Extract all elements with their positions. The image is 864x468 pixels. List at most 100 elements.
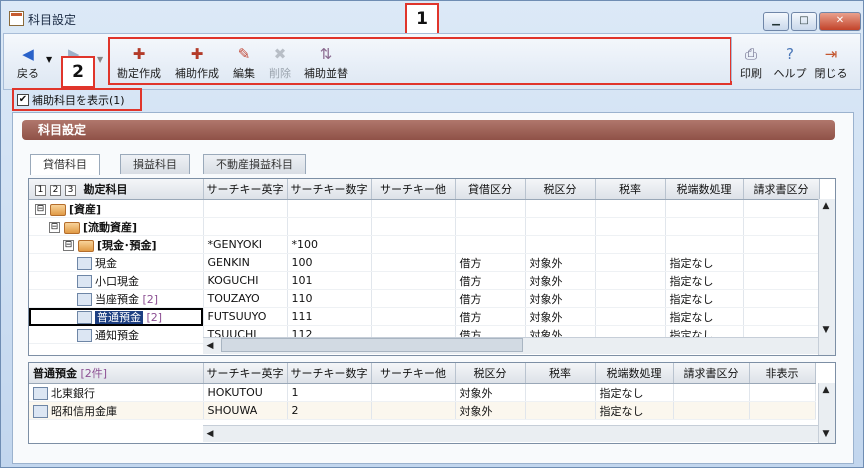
column-header-search-other[interactable]: サーチキー他 <box>371 179 456 200</box>
level-3-button[interactable]: 3 <box>65 184 76 196</box>
sub-table-cell[interactable] <box>371 401 456 420</box>
table-cell[interactable] <box>371 271 456 290</box>
table-cell[interactable] <box>743 199 820 218</box>
sub-header-hidden[interactable]: 非表示 <box>749 363 816 384</box>
sub-header-tax-class[interactable]: 税区分 <box>455 363 526 384</box>
table-cell[interactable]: 対象外 <box>525 307 596 326</box>
table-row[interactable]: ⊟ [現金･預金] *GENYOKI *100 <box>29 235 820 254</box>
column-header-tax-rate[interactable]: 税率 <box>595 179 666 200</box>
sub-scroll-up-icon[interactable]: ▲ <box>819 383 833 397</box>
sub-table-cell[interactable]: 対象外 <box>455 383 526 402</box>
column-header-tax-rounding[interactable]: 税端数処理 <box>665 179 744 200</box>
table-cell[interactable]: 借方 <box>455 289 526 308</box>
edit-button[interactable]: ✎ 編集 <box>229 45 259 81</box>
table-cell[interactable] <box>455 199 526 218</box>
main-vertical-scrollbar[interactable]: ▲ ▼ <box>818 199 835 355</box>
table-cell[interactable] <box>665 217 744 236</box>
sub-account-name-cell[interactable]: 北東銀行 <box>29 383 204 402</box>
sub-account-name-cell[interactable]: 昭和信用金庫 <box>29 401 204 420</box>
table-row[interactable]: 小口現金 KOGUCHI 101 借方 対象外 指定なし <box>29 271 820 290</box>
table-cell[interactable] <box>371 217 456 236</box>
collapse-toggle-icon[interactable]: ⊟ <box>63 240 74 251</box>
table-cell[interactable] <box>743 289 820 308</box>
table-cell[interactable] <box>743 271 820 290</box>
table-cell[interactable]: FUTSUUYO <box>203 307 288 326</box>
table-cell[interactable]: 対象外 <box>525 289 596 308</box>
table-cell[interactable]: 111 <box>287 307 372 326</box>
level-2-button[interactable]: 2 <box>50 184 61 196</box>
sub-table-cell[interactable]: HOKUTOU <box>203 383 288 402</box>
sub-table-cell[interactable] <box>673 383 750 402</box>
sub-table-row[interactable]: 北東銀行 HOKUTOU 1 対象外 指定なし <box>29 383 816 402</box>
sub-header-search-other[interactable]: サーチキー他 <box>371 363 456 384</box>
account-name-cell[interactable]: 通知預金 <box>29 325 204 344</box>
table-cell[interactable] <box>203 199 288 218</box>
table-cell[interactable] <box>371 307 456 326</box>
account-name-cell[interactable]: ⊟ [流動資産] <box>29 217 204 236</box>
table-cell[interactable] <box>203 217 288 236</box>
reorder-button[interactable]: ⇅ 補助並替 <box>299 45 353 81</box>
table-cell[interactable] <box>455 217 526 236</box>
table-row[interactable]: 当座預金 [2] TOUZAYO 110 借方 対象外 指定なし <box>29 289 820 308</box>
table-cell[interactable] <box>595 289 666 308</box>
scroll-up-icon[interactable]: ▲ <box>819 199 833 213</box>
back-button[interactable]: ◀ 戻る <box>13 45 43 81</box>
table-row[interactable]: ⊟ [流動資産] <box>29 217 820 236</box>
print-button[interactable]: ⎙ 印刷 <box>736 45 766 81</box>
table-row[interactable]: ⊟ [資産] <box>29 199 820 218</box>
sub-table-cell[interactable]: 1 <box>287 383 372 402</box>
tab-real-estate[interactable]: 不動産損益科目 <box>203 154 306 174</box>
table-cell[interactable]: *100 <box>287 235 372 254</box>
collapse-toggle-icon[interactable]: ⊟ <box>35 204 46 215</box>
sub-table-row[interactable]: 昭和信用金庫 SHOUWA 2 対象外 指定なし <box>29 401 816 420</box>
table-cell[interactable] <box>287 217 372 236</box>
sub-table-cell[interactable]: 指定なし <box>595 383 674 402</box>
back-dropdown-icon[interactable]: ▼ <box>46 55 52 64</box>
table-cell[interactable] <box>595 253 666 272</box>
column-header-search-num[interactable]: サーチキー数字 <box>287 179 372 200</box>
table-cell[interactable]: TOUZAYO <box>203 289 288 308</box>
table-row[interactable]: 現金 GENKIN 100 借方 対象外 指定なし <box>29 253 820 272</box>
main-horizontal-scrollbar[interactable]: ◀ <box>203 337 818 354</box>
tab-balance[interactable]: 貸借科目 <box>30 154 100 175</box>
table-cell[interactable]: 指定なし <box>665 289 744 308</box>
scroll-thumb[interactable] <box>220 338 523 352</box>
table-cell[interactable] <box>743 217 820 236</box>
account-create-button[interactable]: ✚ 勘定作成 <box>112 45 166 81</box>
collapse-toggle-icon[interactable]: ⊟ <box>49 222 60 233</box>
sub-table-cell[interactable] <box>673 401 750 420</box>
table-cell[interactable]: 借方 <box>455 307 526 326</box>
table-cell[interactable]: 指定なし <box>665 253 744 272</box>
sub-horizontal-scrollbar[interactable]: ◀ <box>203 425 818 442</box>
table-cell[interactable]: GENKIN <box>203 253 288 272</box>
table-row[interactable]: 普通預金 [2] FUTSUUYO 111 借方 対象外 指定なし <box>29 307 820 326</box>
column-header-account[interactable]: 123 勘定科目 <box>29 179 204 200</box>
scroll-left-icon[interactable]: ◀ <box>203 339 217 353</box>
table-cell[interactable] <box>595 307 666 326</box>
help-button[interactable]: ? ヘルプ <box>771 45 809 81</box>
table-cell[interactable] <box>595 217 666 236</box>
table-cell[interactable] <box>743 253 820 272</box>
sub-table-cell[interactable] <box>371 383 456 402</box>
sub-scroll-down-icon[interactable]: ▼ <box>819 427 833 441</box>
close-window-button[interactable]: ✕ <box>819 12 861 31</box>
account-name-cell[interactable]: 普通預金 [2] <box>29 307 204 326</box>
sub-header-invoice[interactable]: 請求書区分 <box>673 363 750 384</box>
sub-header-search-num[interactable]: サーチキー数字 <box>287 363 372 384</box>
column-header-dc[interactable]: 貸借区分 <box>455 179 526 200</box>
table-cell[interactable] <box>525 217 596 236</box>
table-cell[interactable]: 110 <box>287 289 372 308</box>
account-name-cell[interactable]: ⊟ [現金･預金] <box>29 235 204 254</box>
show-sub-label[interactable]: 補助科目を表示(1) <box>32 92 125 108</box>
table-cell[interactable]: 101 <box>287 271 372 290</box>
table-cell[interactable]: 対象外 <box>525 253 596 272</box>
show-sub-checkbox[interactable]: ✔ <box>17 94 29 106</box>
sub-vertical-scrollbar[interactable]: ▲ ▼ <box>818 383 835 443</box>
sub-table-cell[interactable]: 2 <box>287 401 372 420</box>
account-name-cell[interactable]: 現金 <box>29 253 204 272</box>
column-header-invoice[interactable]: 請求書区分 <box>743 179 820 200</box>
table-cell[interactable] <box>525 235 596 254</box>
table-cell[interactable] <box>371 289 456 308</box>
close-button[interactable]: ⇥ 閉じる <box>812 45 850 81</box>
table-cell[interactable]: *GENYOKI <box>203 235 288 254</box>
